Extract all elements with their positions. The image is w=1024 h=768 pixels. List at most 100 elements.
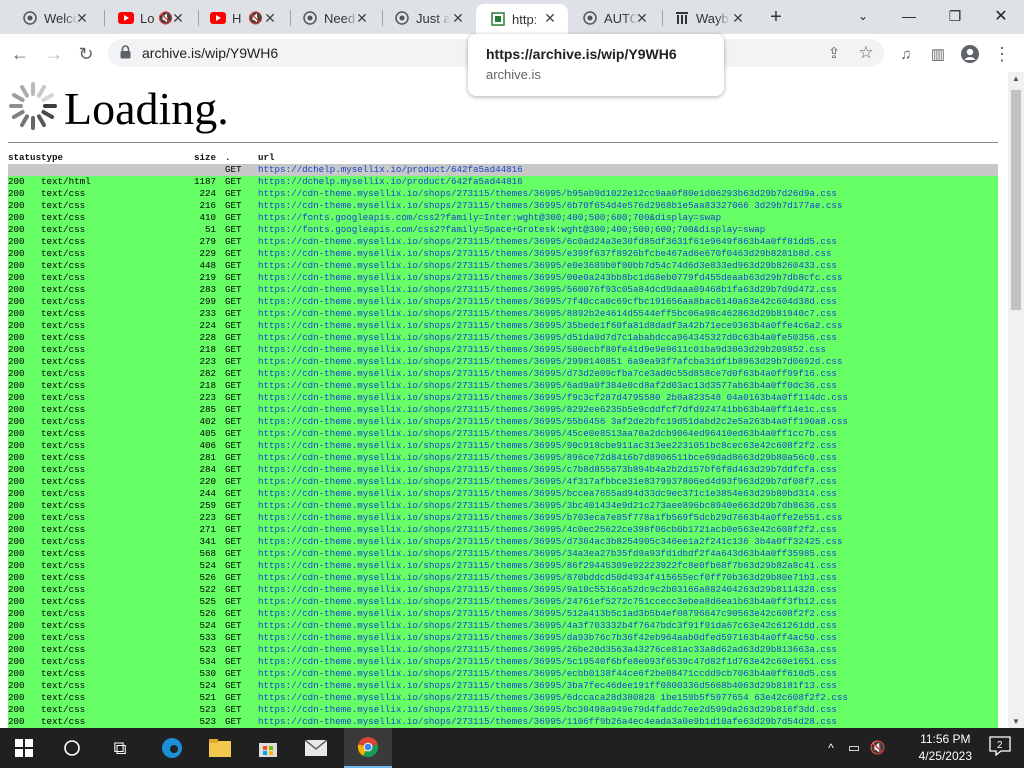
store-icon[interactable] xyxy=(244,728,292,768)
close-icon[interactable]: ✕ xyxy=(450,10,466,26)
close-icon[interactable]: ✕ xyxy=(354,10,370,26)
row-url[interactable]: https://cdn-theme.mysellix.io/shops/2731… xyxy=(258,500,837,512)
row-url[interactable]: https://cdn-theme.mysellix.io/shops/2731… xyxy=(258,512,842,524)
chrome-icon[interactable] xyxy=(344,728,392,768)
row-url[interactable]: https://cdn-theme.mysellix.io/shops/2731… xyxy=(258,392,848,404)
row-url[interactable]: https://cdn-theme.mysellix.io/shops/2731… xyxy=(258,584,837,596)
row-url[interactable]: https://cdn-theme.mysellix.io/shops/2731… xyxy=(258,476,837,488)
row-url[interactable]: https://cdn-theme.mysellix.io/shops/2731… xyxy=(258,572,837,584)
tab-search-icon[interactable]: ⌄ xyxy=(840,0,886,32)
row-url[interactable]: https://cdn-theme.mysellix.io/shops/2731… xyxy=(258,416,848,428)
close-icon[interactable]: ✕ xyxy=(74,10,90,26)
tab-2[interactable]: Lo 🔇 ✕ xyxy=(104,4,196,32)
close-icon[interactable]: ✕ xyxy=(730,10,746,26)
windows-start-icon[interactable] xyxy=(0,728,48,768)
tray-chevron-icon[interactable]: ^ xyxy=(820,728,842,768)
row-status: 200 xyxy=(8,476,25,487)
row-url[interactable]: https://dchelp.mysellix.io/product/642fa… xyxy=(258,164,523,176)
row-url[interactable]: https://cdn-theme.mysellix.io/shops/2731… xyxy=(258,272,842,284)
edge-icon[interactable] xyxy=(148,728,196,768)
row-url[interactable]: https://cdn-theme.mysellix.io/shops/2731… xyxy=(258,620,837,632)
row-url[interactable]: https://cdn-theme.mysellix.io/shops/2731… xyxy=(258,368,837,380)
row-url[interactable]: https://cdn-theme.mysellix.io/shops/2731… xyxy=(258,452,837,464)
row-url[interactable]: https://cdn-theme.mysellix.io/shops/2731… xyxy=(258,644,837,656)
media-control-icon[interactable]: ♫ xyxy=(892,40,920,68)
row-url[interactable]: https://cdn-theme.mysellix.io/shops/2731… xyxy=(258,440,837,452)
row-url[interactable]: https://cdn-theme.mysellix.io/shops/2731… xyxy=(258,548,837,560)
row-url[interactable]: https://cdn-theme.mysellix.io/shops/2731… xyxy=(258,344,826,356)
star-icon[interactable]: ☆ xyxy=(852,39,880,67)
tab-6-active[interactable]: http: ✕ xyxy=(476,4,568,34)
row-url[interactable]: https://cdn-theme.mysellix.io/shops/2731… xyxy=(258,404,837,416)
volume-muted-icon[interactable]: 🔇 xyxy=(866,728,890,768)
minimize-icon[interactable]: — xyxy=(886,0,932,32)
row-url[interactable]: https://cdn-theme.mysellix.io/shops/2731… xyxy=(258,296,837,308)
close-icon[interactable]: ✕ xyxy=(170,10,186,26)
row-url[interactable]: https://cdn-theme.mysellix.io/shops/2731… xyxy=(258,284,837,296)
file-explorer-icon[interactable] xyxy=(196,728,244,768)
tab-7[interactable]: AUTO ✕ xyxy=(568,4,660,32)
new-tab-icon[interactable]: + xyxy=(762,3,790,31)
row-url[interactable]: https://cdn-theme.mysellix.io/shops/2731… xyxy=(258,356,842,368)
row-url[interactable]: https://dchelp.mysellix.io/product/642fa… xyxy=(258,176,523,188)
row-url[interactable]: https://cdn-theme.mysellix.io/shops/2731… xyxy=(258,680,837,692)
scroll-up-icon[interactable]: ▲ xyxy=(1011,74,1021,83)
row-url[interactable]: https://cdn-theme.mysellix.io/shops/2731… xyxy=(258,524,837,536)
row-url[interactable]: https://cdn-theme.mysellix.io/shops/2731… xyxy=(258,656,837,668)
clock[interactable]: 11:56 PM 4/25/2023 xyxy=(919,731,972,765)
row-url[interactable]: https://cdn-theme.mysellix.io/shops/2731… xyxy=(258,428,837,440)
task-view-icon[interactable]: ⧉ xyxy=(96,728,144,768)
row-url[interactable]: https://cdn-theme.mysellix.io/shops/2731… xyxy=(258,692,848,704)
network-icon[interactable]: ▭ xyxy=(842,728,866,768)
row-url[interactable]: https://cdn-theme.mysellix.io/shops/2731… xyxy=(258,236,837,248)
row-url[interactable]: https://cdn-theme.mysellix.io/shops/2731… xyxy=(258,596,837,608)
row-method: GET xyxy=(225,488,242,499)
back-icon[interactable]: ← xyxy=(6,40,34,68)
profile-icon[interactable] xyxy=(956,40,984,68)
row-url[interactable]: https://cdn-theme.mysellix.io/shops/2731… xyxy=(258,464,837,476)
row-url[interactable]: https://fonts.googleapis.com/css2?family… xyxy=(258,212,721,224)
tab-3[interactable]: H 🔇 ✕ xyxy=(196,4,288,32)
row-url[interactable]: https://cdn-theme.mysellix.io/shops/2731… xyxy=(258,716,837,728)
row-url[interactable]: https://cdn-theme.mysellix.io/shops/2731… xyxy=(258,308,837,320)
speaker-icon[interactable]: 🔇 xyxy=(248,11,263,25)
side-panel-icon[interactable]: ▥ xyxy=(924,40,952,68)
url-text[interactable]: archive.is/wip/Y9WH6 xyxy=(142,45,278,61)
row-url[interactable]: https://cdn-theme.mysellix.io/shops/2731… xyxy=(258,260,837,272)
row-url[interactable]: https://cdn-theme.mysellix.io/shops/2731… xyxy=(258,380,837,392)
close-icon[interactable]: ✕ xyxy=(262,10,278,26)
row-url[interactable]: https://cdn-theme.mysellix.io/shops/2731… xyxy=(258,320,842,332)
mail-icon[interactable] xyxy=(292,728,340,768)
row-url[interactable]: https://cdn-theme.mysellix.io/shops/2731… xyxy=(258,488,837,500)
restore-icon[interactable]: ❐ xyxy=(932,0,978,32)
row-url[interactable]: https://cdn-theme.mysellix.io/shops/2731… xyxy=(258,560,837,572)
close-icon[interactable]: ✕ xyxy=(542,10,558,26)
tab-8[interactable]: Wayb ✕ xyxy=(660,4,756,32)
tab-4[interactable]: Need ✕ xyxy=(288,4,380,32)
scroll-down-icon[interactable]: ▼ xyxy=(1011,717,1021,726)
window-close-icon[interactable]: ✕ xyxy=(978,0,1024,32)
notifications-icon[interactable]: 2 xyxy=(988,736,1012,760)
search-icon[interactable] xyxy=(48,728,96,768)
tab-1[interactable]: Welco ✕ xyxy=(8,4,100,32)
lock-icon[interactable] xyxy=(120,45,131,64)
row-url[interactable]: https://fonts.googleapis.com/css2?family… xyxy=(258,224,765,236)
row-url[interactable]: https://cdn-theme.mysellix.io/shops/2731… xyxy=(258,200,842,212)
row-url[interactable]: https://cdn-theme.mysellix.io/shops/2731… xyxy=(258,536,842,548)
row-url[interactable]: https://cdn-theme.mysellix.io/shops/2731… xyxy=(258,188,837,200)
forward-icon[interactable]: → xyxy=(40,40,68,68)
row-url[interactable]: https://cdn-theme.mysellix.io/shops/2731… xyxy=(258,248,831,260)
row-url[interactable]: https://cdn-theme.mysellix.io/shops/2731… xyxy=(258,704,837,716)
share-icon[interactable]: ⇪ xyxy=(820,39,848,67)
menu-icon[interactable]: ⋮ xyxy=(988,40,1016,68)
row-url[interactable]: https://cdn-theme.mysellix.io/shops/2731… xyxy=(258,668,837,680)
row-url[interactable]: https://cdn-theme.mysellix.io/shops/2731… xyxy=(258,608,837,620)
close-icon[interactable]: ✕ xyxy=(634,10,650,26)
row-url[interactable]: https://cdn-theme.mysellix.io/shops/2731… xyxy=(258,632,837,644)
scroll-thumb[interactable] xyxy=(1011,90,1021,310)
tab-5[interactable]: Just a ✕ xyxy=(380,4,476,32)
row-url[interactable]: https://cdn-theme.mysellix.io/shops/2731… xyxy=(258,332,837,344)
vertical-scrollbar[interactable]: ▲ ▼ xyxy=(1008,72,1024,728)
spinner-spoke xyxy=(41,109,55,119)
reload-icon[interactable]: ↻ xyxy=(72,40,100,68)
